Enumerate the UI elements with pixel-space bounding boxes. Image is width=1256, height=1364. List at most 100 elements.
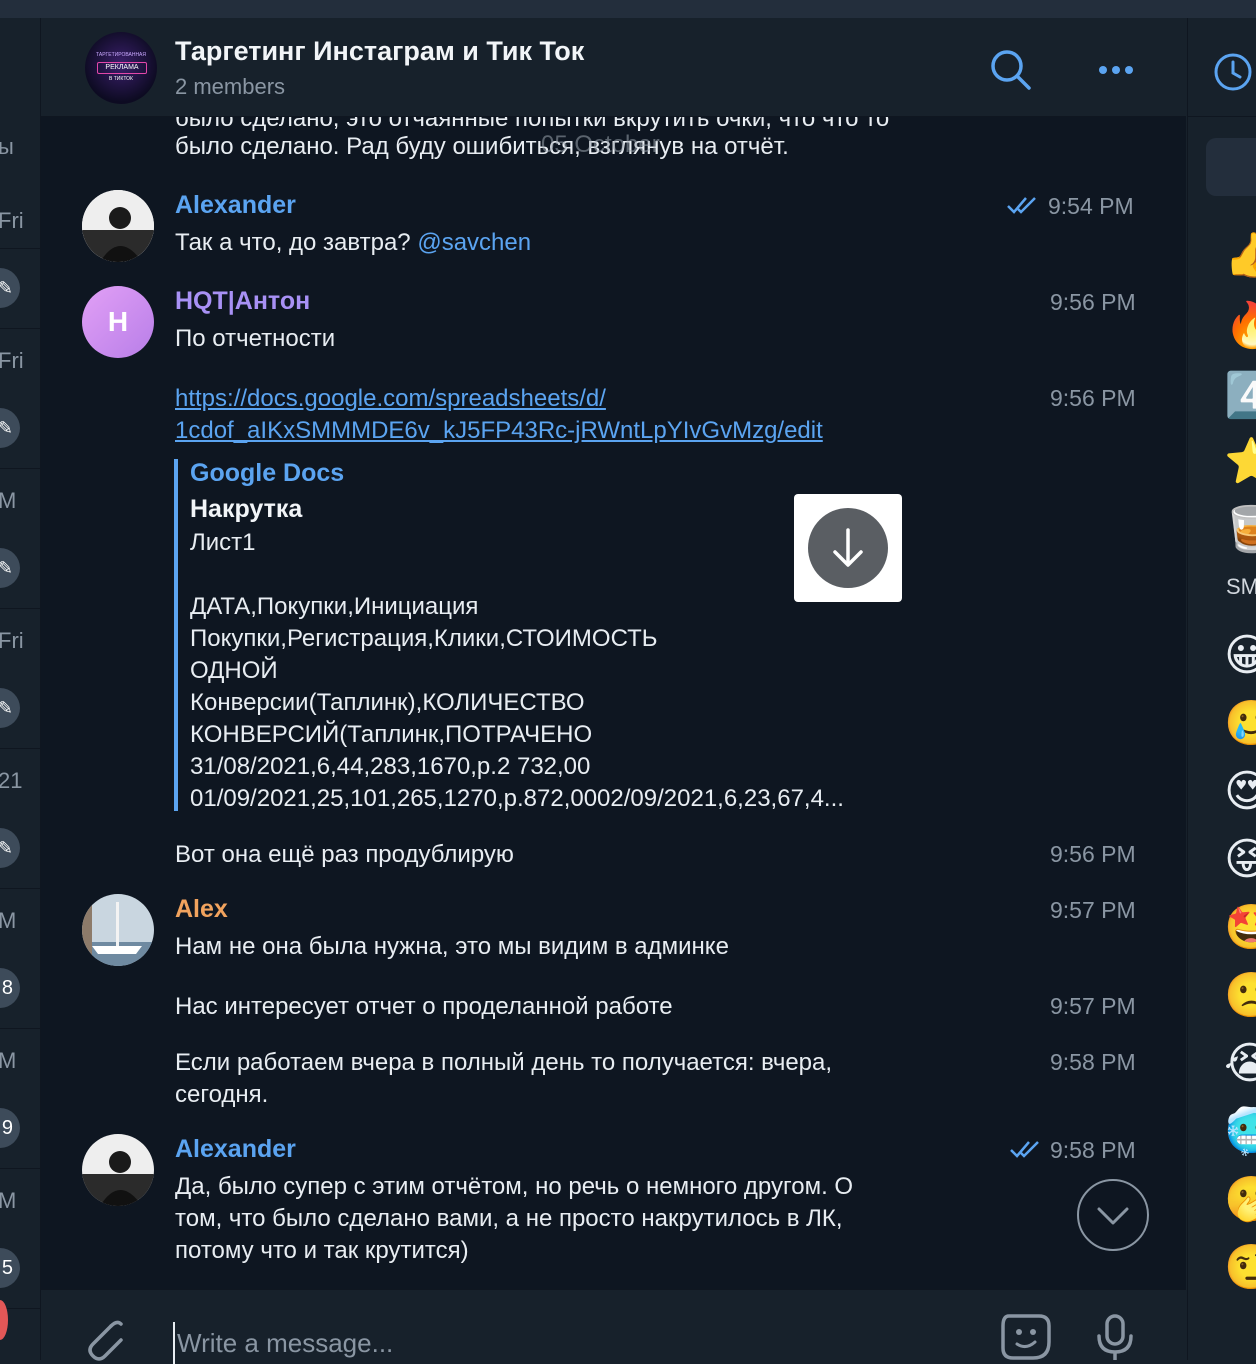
mention-link[interactable]: @savchen	[417, 229, 531, 256]
chat-list-item[interactable]: M ✎	[0, 468, 40, 609]
link-preview-bar	[174, 459, 178, 811]
chat-list-item[interactable]: 21 ✎	[0, 748, 40, 889]
message-time: 9:56 PM	[1050, 289, 1136, 315]
message-text: было сделано. Рад буду ошибиться, взглян…	[175, 133, 789, 160]
sender-name[interactable]: Alex	[175, 895, 228, 924]
avatar-caption: В ТИКТОК	[109, 76, 133, 82]
pin-icon: ✎	[0, 688, 20, 728]
emoji-item[interactable]: 😝	[1224, 832, 1256, 888]
message-time: 9:58 PM	[1050, 1049, 1136, 1075]
chat-list-item[interactable]: Fri ✎	[0, 188, 40, 329]
message-link[interactable]: 1cdof_aIKxSMMMDE6v_kJ5FP43Rc-jRWntLpYIvG…	[175, 415, 823, 447]
double-check-icon	[1007, 197, 1036, 214]
sender-name[interactable]: HQT|Антон	[175, 287, 310, 316]
avatar[interactable]	[82, 894, 154, 966]
message-time: 9:56 PM	[1050, 385, 1136, 411]
message-text: сегодня.	[175, 1081, 269, 1108]
chat-header: ТАРГЕТИРОВАННАЯ РЕКЛАМА В ТИКТОК Таргети…	[41, 18, 1186, 117]
emoji-item[interactable]: 🤩	[1224, 900, 1256, 956]
avatar[interactable]: H	[82, 286, 154, 358]
microphone-icon[interactable]	[1095, 1314, 1135, 1362]
emoji-item[interactable]: 😭	[1224, 1036, 1256, 1092]
chat-list-item[interactable]: M 8	[0, 888, 40, 1029]
user-photo-icon	[82, 1134, 154, 1206]
message-composer	[41, 1289, 1186, 1364]
divider	[1188, 116, 1256, 117]
message-text: По отчетности	[175, 325, 336, 352]
message-text: Если работаем вчера в полный день то пол…	[175, 1049, 833, 1076]
emoji-item[interactable]: 🥃	[1224, 502, 1256, 558]
chat-list-item-label: Fri	[0, 628, 24, 653]
message-link[interactable]: https://docs.google.com/spreadsheets/d/	[175, 383, 606, 415]
emoji-item[interactable]: 😀	[1224, 628, 1256, 684]
chat-title[interactable]: Таргетинг Инстаграм и Тик Ток	[175, 36, 584, 67]
pin-icon: ✎	[0, 268, 20, 308]
emoji-item[interactable]: 4️⃣	[1224, 368, 1256, 424]
chat-list-item-label: M	[0, 1188, 16, 1214]
chat-list-sidebar[interactable]: ы Fri ✎ Fri ✎ M ✎ Fri ✎ 21 ✎ M 8 M 9 M 5	[0, 18, 41, 1360]
message-text: Нас интересует отчет о проделанной работ…	[175, 993, 673, 1020]
chat-list-item[interactable]: M 5	[0, 1168, 40, 1309]
unread-badge: 5	[0, 1248, 20, 1288]
chat-list-item-label: ы	[0, 134, 14, 160]
group-avatar[interactable]: ТАРГЕТИРОВАННАЯ РЕКЛАМА В ТИКТОК	[85, 32, 157, 104]
message-list[interactable]: было сделано, это отчаянные попытки вкру…	[41, 117, 1186, 1289]
message-text: потому что и так крутится)	[175, 1237, 469, 1264]
user-photo-icon	[82, 894, 154, 966]
message-time: 9:58 PM	[1050, 1137, 1136, 1163]
sticker-icon[interactable]	[999, 1312, 1053, 1362]
message-time: 9:57 PM	[1050, 993, 1136, 1019]
avatar[interactable]	[82, 1134, 154, 1206]
emoji-search-box[interactable]	[1206, 138, 1256, 196]
pin-icon: ✎	[0, 408, 20, 448]
unread-badge: 9	[0, 1108, 20, 1148]
chevron-down-icon	[1097, 1207, 1129, 1225]
pin-icon: ✎	[0, 828, 20, 868]
emoji-section-label: SM	[1226, 574, 1256, 599]
emoji-item[interactable]: ⭐	[1224, 434, 1256, 490]
paperclip-icon[interactable]	[81, 1316, 125, 1362]
emoji-item[interactable]: 🤨	[1224, 1240, 1256, 1296]
message-text: Вот она ещё раз продублирую	[175, 841, 514, 868]
avatar[interactable]	[82, 190, 154, 262]
chat-list-item[interactable]: M 9	[0, 1028, 40, 1169]
date-separator: 05 October	[541, 131, 660, 158]
unread-badge: 8	[0, 968, 20, 1008]
sender-name[interactable]: Alexander	[175, 191, 296, 220]
scroll-to-bottom-button[interactable]	[1077, 1179, 1149, 1251]
emoji-item[interactable]: 😍	[1224, 764, 1256, 820]
more-options-icon[interactable]	[1091, 50, 1141, 90]
message-text: Да, было супер с этим отчётом, но речь о…	[175, 1173, 854, 1200]
message-text: том, что было сделано вами, а не просто …	[175, 1205, 843, 1232]
emoji-item[interactable]: 🥲	[1224, 696, 1256, 752]
chat-list-item[interactable]: Fri ✎	[0, 608, 40, 749]
chat-list-item-label: M	[0, 908, 16, 934]
emoji-item[interactable]: 🙁	[1224, 968, 1256, 1024]
search-icon[interactable]	[989, 48, 1033, 92]
emoji-item[interactable]: 👍	[1224, 228, 1256, 284]
link-preview-title[interactable]: Накрутка	[190, 495, 302, 524]
double-check-icon	[1010, 1141, 1039, 1158]
chat-list-item-label: M	[0, 1048, 16, 1074]
user-photo-icon	[82, 190, 154, 262]
emoji-item[interactable]: 🫢	[1224, 1172, 1256, 1228]
link-preview-site[interactable]: Google Docs	[190, 459, 344, 488]
window-top-strip	[0, 0, 1256, 18]
message-text: Нам не она была нужна, это мы видим в ад…	[175, 933, 729, 960]
recent-clock-icon[interactable]	[1213, 52, 1253, 92]
message-time: 9:54 PM	[1048, 193, 1134, 219]
message-time: 9:56 PM	[1050, 841, 1136, 867]
chat-list-item-label: 21	[0, 768, 23, 793]
chat-list-item-label: M	[0, 488, 16, 514]
link-preview-thumbnail[interactable]	[794, 494, 902, 602]
sender-name[interactable]: Alexander	[175, 1135, 296, 1164]
chat-list-item[interactable]: Fri ✎	[0, 328, 40, 469]
message-input[interactable]	[173, 1322, 879, 1364]
message-text: Так а что, до завтра? @savchen	[175, 227, 531, 259]
emoji-item[interactable]: 🔥	[1224, 298, 1256, 354]
avatar-caption: ТАРГЕТИРОВАННАЯ	[95, 52, 147, 58]
emoji-item[interactable]: 🥶	[1224, 1104, 1256, 1160]
message-text-part: Так а что, до завтра?	[175, 229, 418, 256]
pin-icon: ✎	[0, 548, 20, 588]
download-button[interactable]	[808, 508, 888, 588]
